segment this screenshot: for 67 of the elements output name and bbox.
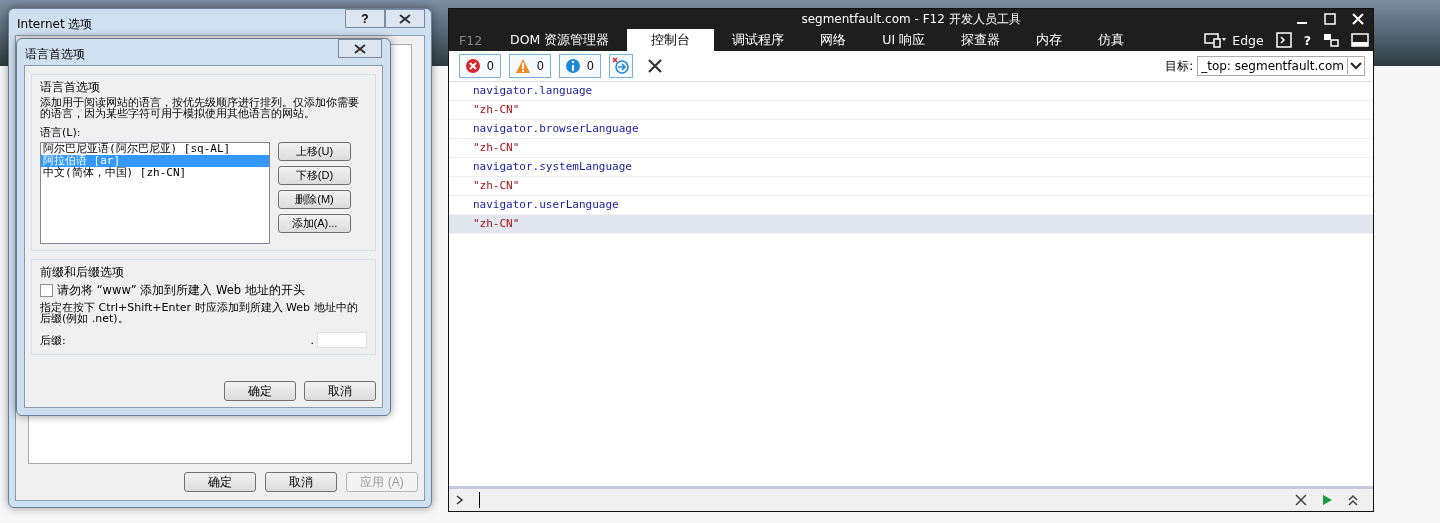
brand-label: F12: [458, 31, 484, 50]
dock-icon[interactable]: [1351, 33, 1369, 47]
prompt-chevron-icon[interactable]: [455, 494, 465, 506]
navigate-clear-toggle[interactable]: [609, 54, 633, 78]
help-button[interactable]: ?: [1303, 32, 1311, 48]
devtools-tab[interactable]: UI 响应: [864, 29, 944, 51]
console-line: "zh-CN": [449, 139, 1373, 158]
close-button[interactable]: [338, 39, 382, 58]
devtools-tab[interactable]: 网络: [802, 29, 865, 51]
console-input-bar[interactable]: [449, 486, 1373, 511]
info-filter-button[interactable]: 0: [559, 54, 601, 78]
language-item[interactable]: 中文(简体，中国) [zh-CN]: [41, 167, 269, 179]
group-title: 语言首选项: [40, 79, 101, 96]
close-button[interactable]: [385, 9, 425, 28]
dot-text: .: [310, 333, 314, 347]
list-button[interactable]: 下移(D): [278, 166, 351, 185]
description-text: 指定在按下 Ctrl+Shift+Enter 时应添加到所建入 Web 地址中的后缀(例如 .net)。: [40, 302, 359, 324]
target-dropdown[interactable]: _top: segmentfault.com: [1197, 56, 1365, 76]
window-title: Internet 选项: [17, 16, 93, 33]
window-title: segmentfault.com - F12 开发人员工具: [801, 10, 1021, 28]
close-icon: [354, 43, 366, 54]
mode-label[interactable]: Edge: [1232, 32, 1264, 48]
list-button[interactable]: 添加(A)...: [278, 214, 351, 233]
dialog-button[interactable]: 确定: [224, 381, 296, 401]
dialog-button[interactable]: 确定: [184, 472, 256, 492]
language-item[interactable]: 阿尔巴尼亚语(阿尔巴尼亚) [sq-AL]: [41, 143, 269, 155]
console-line: navigator.browserLanguage: [449, 120, 1373, 139]
devtools-tab[interactable]: 仿真: [1080, 29, 1143, 51]
undock-icon[interactable]: [1323, 32, 1339, 48]
list-button[interactable]: 上移(U): [278, 142, 351, 161]
group-title: 前缀和后缀选项: [40, 264, 125, 281]
console-line: navigator.systemLanguage: [449, 158, 1373, 177]
run-icon[interactable]: [1321, 494, 1333, 506]
close-icon[interactable]: [1351, 12, 1365, 26]
info-icon: [565, 58, 581, 74]
device-icon[interactable]: [1204, 32, 1227, 48]
devtools-tab[interactable]: 内存: [1018, 29, 1081, 51]
devtools-tab[interactable]: 控制台: [627, 29, 715, 51]
console-line: "zh-CN": [449, 101, 1373, 120]
maximize-icon[interactable]: [1323, 12, 1337, 26]
warning-filter-button[interactable]: 0: [509, 54, 551, 78]
window-title: 语言首选项: [25, 46, 85, 63]
expand-icon[interactable]: [1347, 494, 1359, 506]
console-line: navigator.language: [449, 82, 1373, 101]
close-icon: [399, 13, 411, 24]
console-icon[interactable]: [1275, 32, 1292, 48]
clear-icon[interactable]: [1295, 494, 1307, 506]
suffix-label: 后缀:: [40, 332, 66, 348]
target-label: 目标:: [1165, 57, 1194, 75]
console-line: "zh-CN": [449, 177, 1373, 196]
dialog-button[interactable]: 取消: [265, 472, 337, 492]
devtools-tab[interactable]: 调试程序: [714, 29, 803, 51]
checkbox-label: 请勿将 “www” 添加到所建入 Web 地址的开头: [57, 283, 305, 298]
description-text: 添加用于阅读网站的语言，按优先级顺序进行排列。仅添加你需要的语言，因为某些字符可用于模拟使用其他语言的网站。: [40, 97, 360, 119]
clear-icon[interactable]: [647, 58, 663, 74]
warning-icon: [515, 58, 531, 74]
devtools-tab[interactable]: 探查器: [943, 29, 1019, 51]
help-button[interactable]: ?: [345, 9, 385, 28]
dialog-button[interactable]: 取消: [304, 381, 376, 401]
suffix-field[interactable]: [317, 332, 367, 348]
checkbox[interactable]: [40, 284, 53, 297]
error-icon: [465, 58, 481, 74]
list-label: 语言(L):: [40, 125, 82, 140]
chevron-down-icon[interactable]: [1347, 58, 1364, 74]
error-filter-button[interactable]: 0: [459, 54, 501, 78]
devtools-tab[interactable]: DOM 资源管理器: [492, 29, 628, 51]
list-button[interactable]: 删除(M): [278, 190, 351, 209]
